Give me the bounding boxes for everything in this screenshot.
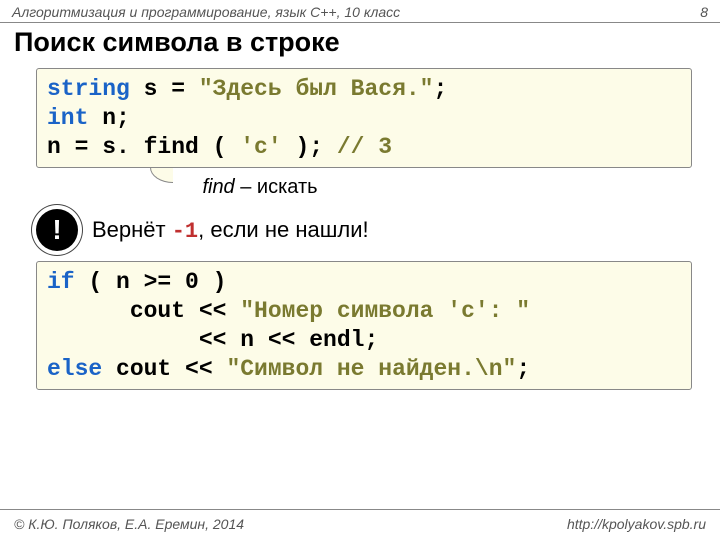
code-block-1: string s = "Здесь был Вася."; int n; n =… bbox=[36, 68, 692, 168]
return-value: -1 bbox=[172, 219, 198, 244]
code-line: string s = "Здесь был Вася."; bbox=[47, 75, 681, 104]
slide-header: Алгоритмизация и программирование, язык … bbox=[0, 0, 720, 22]
string-literal: "Здесь был Вася." bbox=[199, 76, 434, 102]
code-block-2: if ( n >= 0 ) cout << "Номер символа 'c'… bbox=[36, 261, 692, 390]
header-subject: Алгоритмизация и программирование, язык … bbox=[12, 4, 400, 20]
code-line: << n << endl; bbox=[47, 326, 681, 355]
page-number: 8 bbox=[700, 4, 708, 20]
callout-caption: find – искать bbox=[160, 176, 360, 199]
exclamation-icon: ! bbox=[36, 209, 78, 251]
string-literal: "Символ не найден.\n" bbox=[226, 356, 516, 382]
header-rule bbox=[0, 22, 720, 23]
code-line: n = s. find ( 'с' ); // 3 bbox=[47, 133, 681, 162]
keyword-if: if bbox=[47, 269, 75, 295]
code-line: int n; bbox=[47, 104, 681, 133]
code-line: if ( n >= 0 ) bbox=[47, 268, 681, 297]
keyword-type: string bbox=[47, 76, 130, 102]
copyright: © К.Ю. Поляков, Е.А. Еремин, 2014 bbox=[14, 516, 244, 532]
keyword-else: else bbox=[47, 356, 102, 382]
code-line: else cout << "Символ не найден.\n"; bbox=[47, 355, 681, 384]
warning-row: ! Вернёт -1, если не нашли! bbox=[36, 209, 720, 251]
string-literal: "Номер символа 'c': " bbox=[240, 298, 530, 324]
comment: // 3 bbox=[337, 134, 392, 160]
footer-url: http://kpolyakov.spb.ru bbox=[567, 516, 706, 532]
code-line: cout << "Номер символа 'c': " bbox=[47, 297, 681, 326]
slide-title: Поиск символа в строке bbox=[0, 25, 720, 64]
caption-keyword: find bbox=[202, 176, 234, 198]
warning-text: Вернёт -1, если не нашли! bbox=[92, 217, 369, 244]
slide-footer: © К.Ю. Поляков, Е.А. Еремин, 2014 http:/… bbox=[0, 516, 720, 532]
char-literal: 'с' bbox=[240, 134, 281, 160]
keyword-type: int bbox=[47, 105, 88, 131]
footer-rule bbox=[0, 509, 720, 510]
